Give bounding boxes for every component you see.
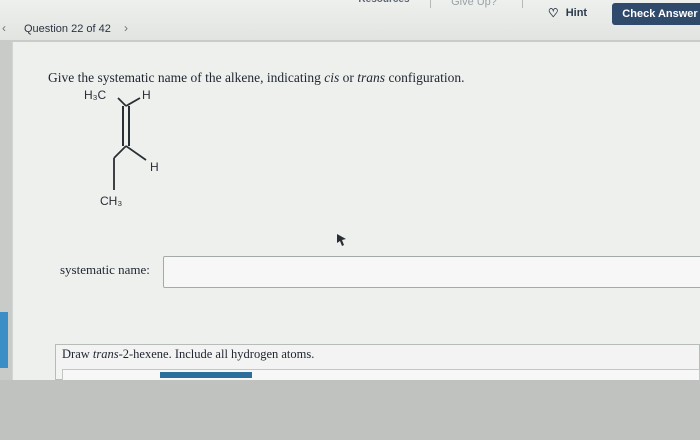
- question-suffix: configuration.: [385, 70, 465, 85]
- question-text: Give the systematic name of the alkene, …: [48, 70, 465, 86]
- give-up-button[interactable]: Give Up?: [438, 0, 510, 15]
- toolbar-divider: [430, 0, 431, 8]
- hydrogen-top: H: [142, 88, 151, 102]
- question-nav: ‹ Question 22 of 42 ›: [0, 20, 700, 40]
- cursor-icon: [337, 234, 346, 246]
- chevron-left-icon[interactable]: ‹: [2, 21, 6, 35]
- toolbar-divider: [522, 0, 523, 8]
- chevron-right-icon[interactable]: ›: [124, 21, 128, 35]
- methyl-group-top: H₃C: [84, 88, 107, 102]
- lightbulb-icon: ♡: [547, 6, 559, 20]
- draw-suffix: -2-hexene. Include all hydrogen atoms.: [118, 347, 315, 361]
- question-or: or: [339, 70, 358, 85]
- systematic-name-input[interactable]: [163, 256, 700, 288]
- draw-trans: trans: [92, 347, 119, 361]
- question-prefix: Give the systematic name of the alkene, …: [48, 70, 325, 85]
- give-up-label: Give Up?: [451, 0, 497, 8]
- loading-progress-bar: [160, 372, 252, 378]
- hint-label: Hint: [565, 7, 588, 19]
- draw-prompt: Draw trans-2-hexene. Include all hydroge…: [62, 347, 314, 362]
- methyl-group-bottom: CH₃: [100, 194, 123, 208]
- question-counter: Question 22 of 42: [24, 23, 111, 35]
- question-cis: cis: [324, 70, 340, 85]
- side-tab[interactable]: [0, 312, 8, 368]
- resources-button[interactable]: Resources: [345, 0, 423, 12]
- draw-prefix: Draw: [62, 347, 93, 361]
- hydrogen-bottom: H: [150, 160, 159, 174]
- alkene-skeleton: [113, 97, 147, 190]
- question-trans: trans: [357, 70, 386, 85]
- bottom-area: [0, 380, 700, 440]
- alkene-structure: H₃C H H CH₃: [70, 86, 190, 216]
- systematic-name-label: systematic name:: [60, 262, 150, 277]
